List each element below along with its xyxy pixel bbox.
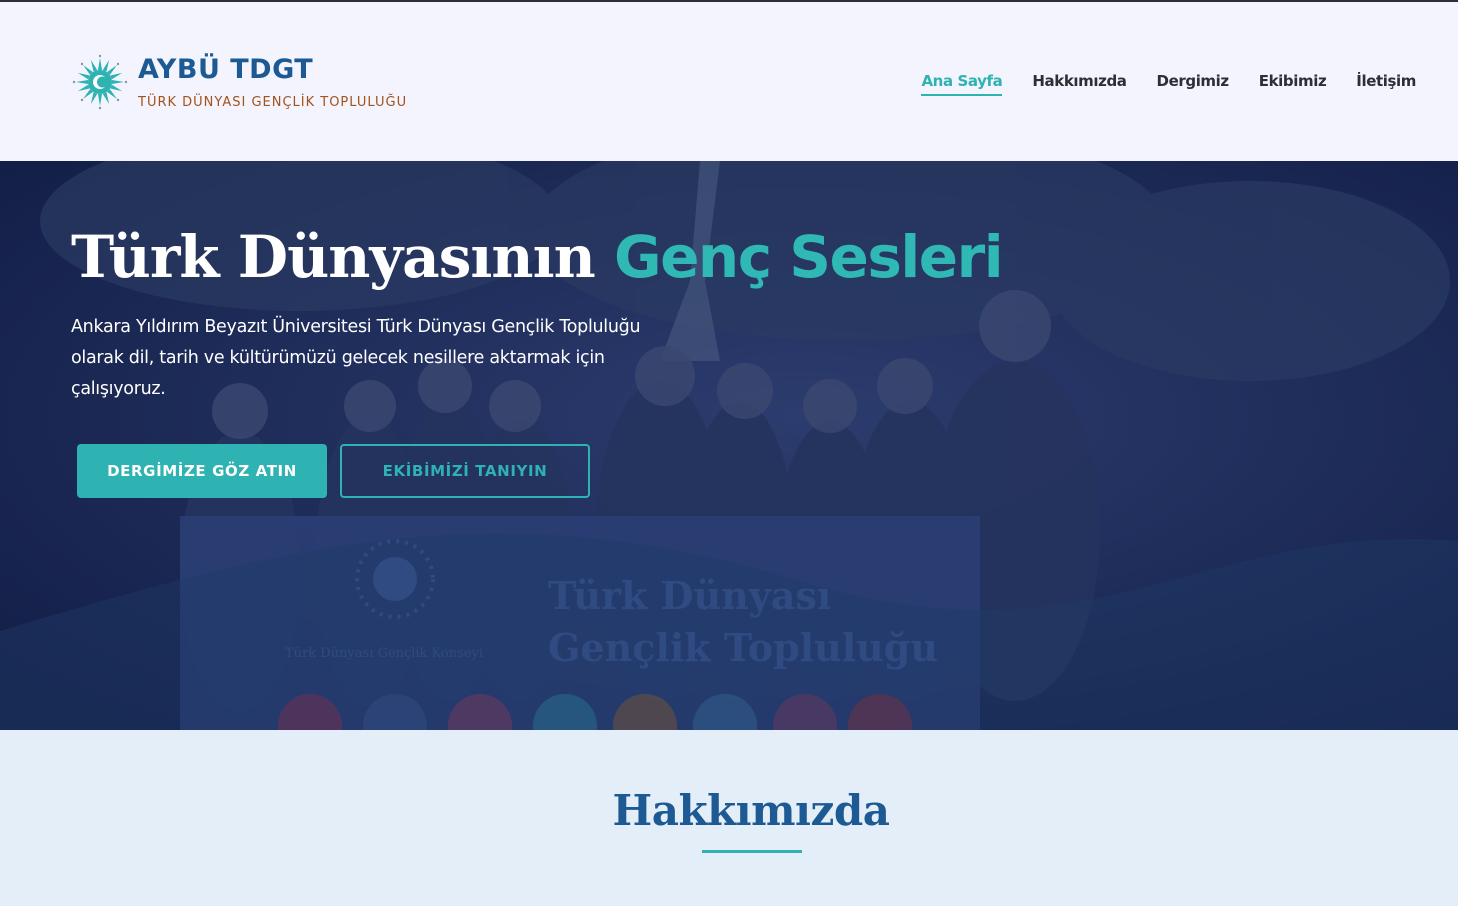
hero-title-main: Türk Dünyasının [71, 223, 596, 291]
hero-title-accent: Genç Sesleri [613, 223, 1004, 291]
nav-item-ana-sayfa[interactable]: Ana Sayfa [921, 72, 1003, 96]
sun-emblem-icon [72, 54, 128, 110]
magazine-button[interactable]: DERGİMİZE GÖZ ATIN [77, 444, 327, 498]
brand-subtitle: TÜRK DÜNYASI GENÇLİK TOPLULUĞU [138, 95, 408, 110]
nav-item-ekibimiz[interactable]: Ekibimiz [1259, 72, 1327, 96]
nav-item-iletisim[interactable]: İletişim [1356, 72, 1416, 96]
nav-item-dergimiz[interactable]: Dergimiz [1157, 72, 1230, 96]
about-heading: Hakkımızda [612, 786, 890, 835]
brand[interactable]: AYBÜ TDGT TÜRK DÜNYASI GENÇLİK TOPLULUĞU [72, 54, 407, 110]
team-button[interactable]: EKİBİMİZİ TANIYIN [340, 444, 590, 498]
hero-description: Ankara Yıldırım Beyazıt Üniversitesi Tür… [71, 317, 641, 399]
site-header: AYBÜ TDGT TÜRK DÜNYASI GENÇLİK TOPLULUĞU… [0, 2, 1458, 161]
hero-section: Türk Dünyası Gençlik Topluluğu Türk Düny… [0, 161, 1458, 730]
heading-underline [702, 850, 802, 853]
brand-title: AYBÜ TDGT [138, 54, 314, 85]
about-section: Hakkımızda [0, 730, 1458, 906]
nav-item-hakkimizda[interactable]: Hakkımızda [1032, 72, 1127, 96]
hero-title: Türk Dünyasının Genç Sesleri [71, 223, 1004, 291]
main-nav: Ana Sayfa Hakkımızda Dergimiz Ekibimiz İ… [921, 72, 1416, 96]
